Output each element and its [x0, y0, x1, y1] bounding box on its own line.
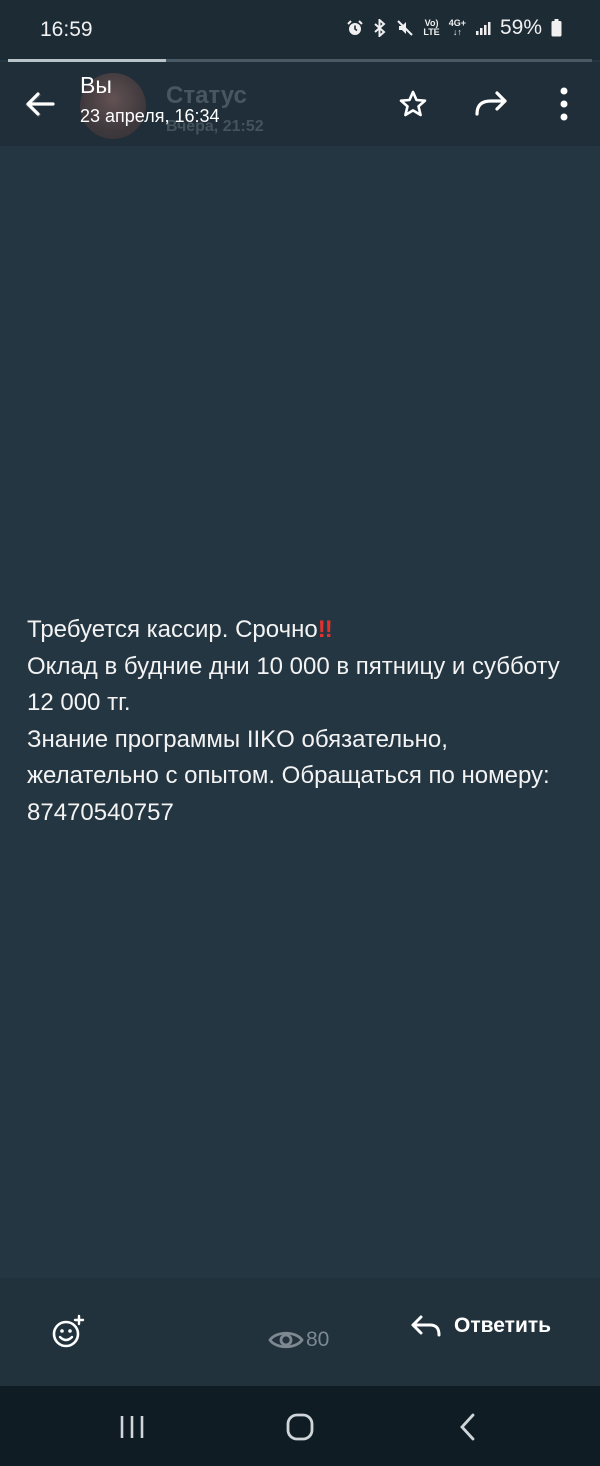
double-exclamation-emoji: !!	[317, 616, 333, 643]
status-bar: 16:59 Vo) LTE 4G+ ↓↑ 59%	[0, 0, 600, 60]
status-icons: Vo) LTE 4G+ ↓↑ 59%	[346, 16, 562, 40]
recent-apps-icon	[120, 1416, 144, 1438]
reply-icon	[411, 1315, 441, 1337]
back-button[interactable]	[18, 82, 62, 126]
star-icon	[399, 90, 427, 117]
mute-icon	[397, 20, 414, 36]
battery-icon	[551, 19, 562, 37]
smile-plus-icon	[52, 1314, 85, 1348]
story-action-bar: 80 Ответить	[0, 1278, 600, 1386]
home-icon	[286, 1413, 314, 1441]
story-header: Статус Вчера, 21:52 Вы 23 апреля, 16:34	[0, 62, 600, 146]
story-line-1: Требуется кассир. Срочно	[27, 616, 318, 643]
chevron-left-icon	[460, 1413, 475, 1441]
eye-icon	[268, 1331, 304, 1349]
system-back-button[interactable]	[448, 1410, 488, 1444]
battery-percent: 59%	[499, 16, 542, 39]
story-line-3: Знание программы IIKO обязательно, желат…	[27, 725, 550, 826]
reply-label: Ответить	[454, 1314, 552, 1337]
system-navigation-bar	[0, 1386, 600, 1466]
views-counter[interactable]: 80	[268, 1328, 329, 1352]
reply-button[interactable]: Ответить	[410, 1314, 551, 1338]
arrow-back-icon	[26, 92, 55, 116]
bluetooth-icon	[374, 19, 386, 37]
signal-icon	[475, 22, 491, 35]
story-line-2: Оклад в будние дни 10 000 в пятницу и су…	[27, 652, 560, 717]
forward-button[interactable]	[468, 80, 516, 128]
clock: 16:59	[40, 18, 93, 41]
header-title: Вы	[80, 72, 112, 98]
story-text: Требуется кассир. Срочно!! Оклад в будни…	[27, 612, 567, 831]
header-subtitle: 23 апреля, 16:34	[80, 106, 220, 126]
network-4g-icon: 4G+ ↓↑	[448, 18, 466, 37]
forward-icon	[475, 91, 507, 116]
home-button[interactable]	[280, 1410, 320, 1444]
alarm-icon	[347, 20, 364, 35]
more-vertical-icon	[560, 87, 568, 121]
views-count: 80	[306, 1328, 330, 1351]
recent-apps-button[interactable]	[112, 1410, 152, 1444]
volte-icon: Vo) LTE	[423, 18, 440, 37]
favorite-button[interactable]	[389, 80, 437, 128]
more-options-button[interactable]	[540, 80, 588, 128]
add-reaction-button[interactable]	[48, 1312, 88, 1352]
